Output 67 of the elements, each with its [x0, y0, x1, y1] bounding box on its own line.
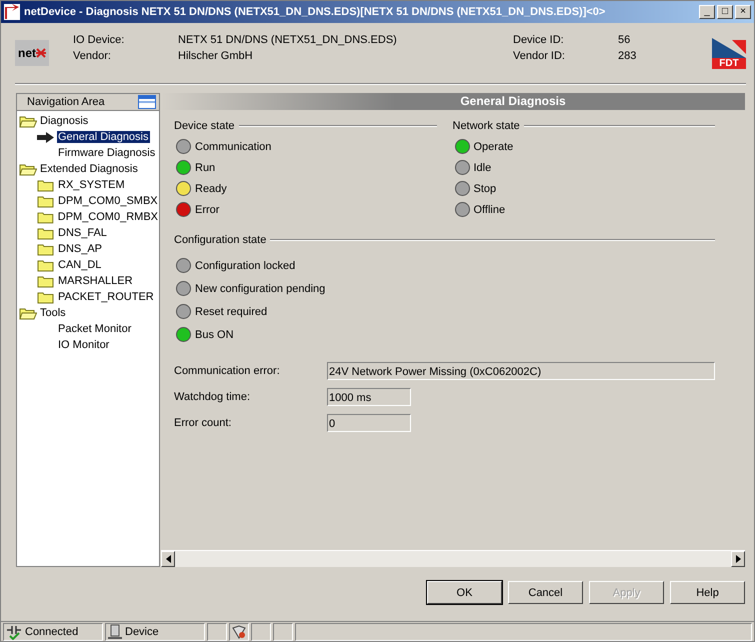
led-label: Idle: [474, 162, 492, 174]
tree-item[interactable]: Extended Diagnosis: [39, 163, 139, 175]
netx-logo: net: [15, 40, 49, 66]
window-control-button[interactable]: ×: [735, 5, 751, 19]
window-title: netDevice - Diagnosis NETX 51 DN/DNS (NETX51_DN_DNS.EDS)[NETX 51 DN/DNS (NETX51_DN_DNS.EDS)]<0>: [24, 6, 606, 18]
tree-item[interactable]: Packet Monitor: [57, 323, 132, 335]
field-label: Error count:: [174, 417, 232, 429]
tree-item[interactable]: Tools: [39, 307, 67, 319]
led-label: Offline: [474, 204, 506, 216]
group-title: Configuration state: [174, 234, 266, 246]
tree-item[interactable]: Firmware Diagnosis: [57, 147, 156, 159]
shield-icon: [232, 625, 246, 639]
navigation-title: Navigation Area: [27, 96, 105, 108]
tree-item[interactable]: DPM_COM0_RMBX: [56, 211, 159, 223]
readonly-field: 0: [327, 414, 411, 432]
led-label: Operate: [474, 140, 514, 152]
horizontal-scrollbar[interactable]: [161, 550, 745, 567]
tree-item[interactable]: RX_SYSTEM: [57, 179, 126, 191]
field-value: NETX 51 DN/DNS (NETX51_DN_DNS.EDS): [178, 34, 398, 46]
field-label: IO Device:: [73, 34, 126, 46]
tree-item[interactable]: General Diagnosis: [57, 131, 150, 143]
led-label: Error: [195, 204, 220, 216]
window-control-button[interactable]: _: [699, 5, 715, 19]
arrow-icon: [37, 130, 55, 144]
readonly-field: 24V Network Power Missing (0xC062002C): [327, 362, 715, 380]
tree-item[interactable]: CAN_DL: [57, 259, 102, 271]
led-label: New configuration pending: [195, 282, 326, 294]
readonly-field: 1000 ms: [327, 388, 411, 406]
led-label: Bus ON: [195, 328, 234, 340]
dialog-button[interactable]: Help: [670, 581, 745, 604]
dialog-button[interactable]: Cancel: [508, 581, 583, 604]
dialog-button[interactable]: OK: [427, 581, 502, 604]
tree-item[interactable]: DNS_FAL: [57, 227, 108, 239]
left-arrow-icon: [166, 555, 170, 563]
tree-item[interactable]: PACKET_ROUTER: [57, 291, 155, 303]
led-label: Run: [195, 162, 216, 174]
led-label: Stop: [474, 182, 496, 194]
field-label: Watchdog time:: [174, 391, 252, 403]
tree-item[interactable]: MARSHALLER: [57, 275, 134, 287]
group-title: Device state: [174, 120, 235, 132]
fdt-logo: FDT: [712, 38, 746, 68]
group-title: Network state: [452, 120, 520, 132]
field-value: 56: [618, 34, 632, 46]
field-label: Vendor ID:: [513, 50, 566, 62]
status-text: Connected: [25, 626, 78, 638]
window-icon[interactable]: [138, 95, 156, 109]
connected-icon: [6, 624, 22, 640]
tree-item[interactable]: IO Monitor: [57, 339, 110, 351]
led-label: Reset required: [195, 306, 268, 318]
window-control-button[interactable]: □: [717, 5, 733, 19]
led-label: Communication: [195, 140, 272, 152]
field-value: 283: [618, 50, 638, 62]
scroll-right-button[interactable]: [731, 551, 745, 567]
scroll-left-button[interactable]: [161, 551, 175, 567]
panel-title: General Diagnosis: [460, 94, 566, 108]
field-value: Hilscher GmbH: [178, 50, 254, 62]
app-icon: [4, 4, 20, 20]
field-label: Communication error:: [174, 365, 281, 377]
field-label: Vendor:: [73, 50, 112, 62]
status-text: Device: [125, 626, 159, 638]
led-label: Ready: [195, 182, 227, 194]
tree-item[interactable]: Diagnosis: [39, 115, 90, 127]
field-label: Device ID:: [513, 34, 565, 46]
led-label: Configuration locked: [195, 260, 296, 272]
tree-item[interactable]: DPM_COM0_SMBX: [57, 195, 159, 207]
right-arrow-icon: [736, 555, 740, 563]
tree-item[interactable]: DNS_AP: [57, 243, 104, 255]
